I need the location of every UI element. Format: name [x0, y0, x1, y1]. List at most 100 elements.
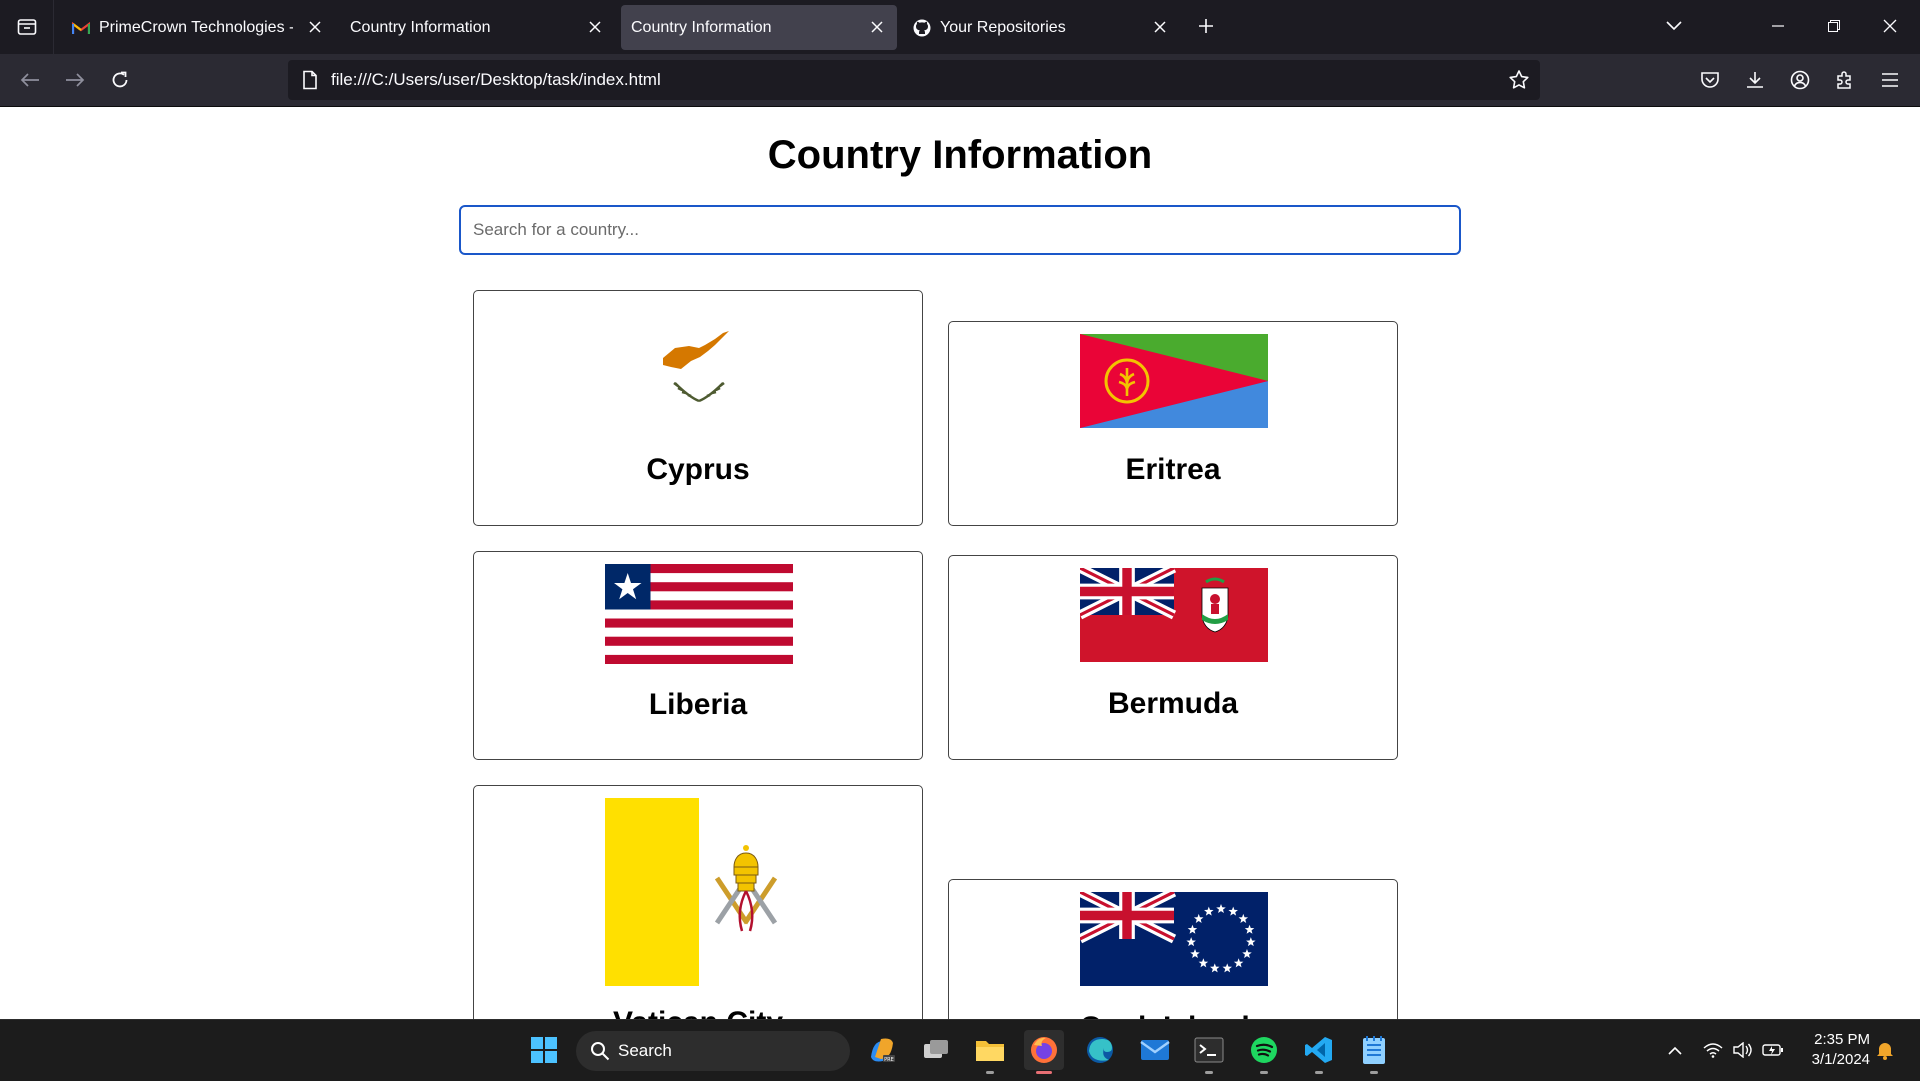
- tab-your-repositories[interactable]: Your Repositories: [904, 5, 1180, 50]
- country-name: Liberia: [648, 688, 748, 721]
- hamburger-menu-icon: [1882, 73, 1898, 87]
- address-bar[interactable]: file:///C:/Users/user/Desktop/task/index…: [288, 60, 1540, 100]
- new-tab-button[interactable]: [1192, 12, 1220, 40]
- close-tab-icon[interactable]: [585, 17, 605, 37]
- country-card-bermuda[interactable]: Bermuda: [948, 555, 1398, 760]
- page-icon: [303, 70, 317, 90]
- clock-time: 2:35 PM: [1814, 1031, 1870, 1048]
- page-content: Country Information Cyprus Eritrea: [0, 107, 1920, 1019]
- notification-bell-icon[interactable]: [1874, 1039, 1896, 1061]
- arrow-right-icon: [66, 73, 85, 87]
- country-card-liberia[interactable]: Liberia: [473, 551, 923, 760]
- tab-list-button[interactable]: [0, 0, 54, 54]
- tab-title: Country Information: [631, 18, 772, 36]
- close-window-button[interactable]: [1872, 10, 1908, 42]
- tab-country-information-2[interactable]: Country Information: [621, 5, 897, 50]
- gmail-icon: [72, 19, 90, 37]
- running-indicator: [1370, 1071, 1378, 1074]
- tab-country-information-1[interactable]: Country Information: [335, 5, 615, 50]
- tab-title: PrimeCrown Technologies - Full: [99, 18, 293, 36]
- minimize-button[interactable]: [1760, 10, 1796, 42]
- task-view-icon[interactable]: [916, 1030, 956, 1070]
- battery-icon[interactable]: [1762, 1039, 1784, 1061]
- arrow-left-icon: [20, 73, 39, 87]
- cyprus-flag: [605, 321, 793, 415]
- show-hidden-icons-button[interactable]: [1664, 1039, 1686, 1061]
- country-name: Bermuda: [1107, 687, 1239, 720]
- copilot-icon[interactable]: PRE: [862, 1030, 902, 1070]
- bermuda-flag: [1080, 568, 1268, 662]
- tab-list-icon: [17, 19, 36, 35]
- country-name: Cook Islands: [949, 1011, 1397, 1019]
- svg-text:PRE: PRE: [884, 1057, 894, 1063]
- vscode-icon[interactable]: [1299, 1030, 1339, 1074]
- pocket-icon: [1701, 72, 1719, 88]
- bookmark-star-icon[interactable]: [1508, 69, 1530, 91]
- tab-title: Your Repositories: [940, 18, 1066, 36]
- wifi-icon[interactable]: [1702, 1039, 1724, 1061]
- forward-button[interactable]: [57, 62, 93, 98]
- country-name: Eritrea: [1125, 453, 1221, 486]
- puzzle-icon: [1837, 71, 1851, 89]
- close-tab-icon[interactable]: [1150, 17, 1170, 37]
- tab-title: Country Information: [350, 18, 491, 36]
- extensions-button[interactable]: [1827, 62, 1863, 98]
- minimize-icon: [1772, 25, 1784, 27]
- country-card-vatican-city[interactable]: Vatican City: [473, 785, 923, 1019]
- cook-islands-flag: [1080, 892, 1268, 986]
- windows-taskbar: Search PRE 2:35 PM 3/1/2024: [0, 1019, 1920, 1081]
- spotify-icon[interactable]: [1244, 1030, 1284, 1074]
- close-icon: [1883, 19, 1897, 33]
- volume-icon[interactable]: [1732, 1039, 1754, 1061]
- account-icon: [1790, 70, 1810, 90]
- close-tab-icon[interactable]: [305, 17, 325, 37]
- edge-icon[interactable]: [1080, 1030, 1120, 1070]
- chevron-up-icon: [1668, 1046, 1682, 1055]
- taskbar-search-label: Search: [618, 1041, 672, 1060]
- running-indicator: [1315, 1071, 1323, 1074]
- pocket-button[interactable]: [1692, 62, 1728, 98]
- restore-icon: [1828, 20, 1840, 32]
- account-button[interactable]: [1782, 62, 1818, 98]
- page-title: Country Information: [767, 133, 1153, 177]
- reload-button[interactable]: [102, 62, 138, 98]
- restore-button[interactable]: [1816, 10, 1852, 42]
- taskbar-search-box[interactable]: Search: [576, 1031, 850, 1071]
- file-explorer-icon[interactable]: [970, 1030, 1010, 1074]
- firefox-icon[interactable]: [1024, 1030, 1064, 1074]
- menu-button[interactable]: [1872, 62, 1908, 98]
- vatican-flag: [605, 798, 793, 986]
- terminal-icon[interactable]: [1189, 1030, 1229, 1074]
- taskbar-clock[interactable]: 2:35 PM 3/1/2024: [1792, 1030, 1870, 1070]
- back-button[interactable]: [12, 62, 48, 98]
- reload-icon: [112, 71, 128, 88]
- windows-start-icon[interactable]: [524, 1030, 564, 1070]
- close-tab-icon[interactable]: [867, 17, 887, 37]
- country-name: Cyprus: [646, 453, 750, 486]
- download-icon: [1747, 72, 1763, 88]
- search-icon: [591, 1042, 610, 1061]
- eritrea-flag: [1080, 334, 1268, 428]
- url-text: file:///C:/Users/user/Desktop/task/index…: [331, 70, 661, 89]
- plus-icon: [1199, 19, 1213, 33]
- mail-icon[interactable]: [1135, 1030, 1175, 1070]
- running-indicator: [986, 1071, 994, 1074]
- running-indicator: [1260, 1071, 1268, 1074]
- chevron-down-icon: [1666, 21, 1682, 31]
- downloads-button[interactable]: [1737, 62, 1773, 98]
- liberia-flag: [605, 564, 793, 664]
- search-input[interactable]: [459, 205, 1461, 255]
- country-card-cyprus[interactable]: Cyprus: [473, 290, 923, 526]
- country-name: Vatican City: [474, 1006, 922, 1019]
- running-indicator: [1205, 1071, 1213, 1074]
- github-icon: [913, 19, 931, 37]
- browser-tab-bar: PrimeCrown Technologies - Full Country I…: [0, 0, 1920, 54]
- running-indicator: [1036, 1071, 1052, 1074]
- clock-date: 3/1/2024: [1811, 1051, 1870, 1068]
- tab-primecrown[interactable]: PrimeCrown Technologies - Full: [57, 5, 327, 50]
- country-card-cook-islands[interactable]: Cook Islands: [948, 879, 1398, 1019]
- browser-nav-bar: file:///C:/Users/user/Desktop/task/index…: [0, 54, 1920, 107]
- list-all-tabs-button[interactable]: [1656, 10, 1692, 42]
- country-card-eritrea[interactable]: Eritrea: [948, 321, 1398, 526]
- notepad-icon[interactable]: [1354, 1030, 1394, 1074]
